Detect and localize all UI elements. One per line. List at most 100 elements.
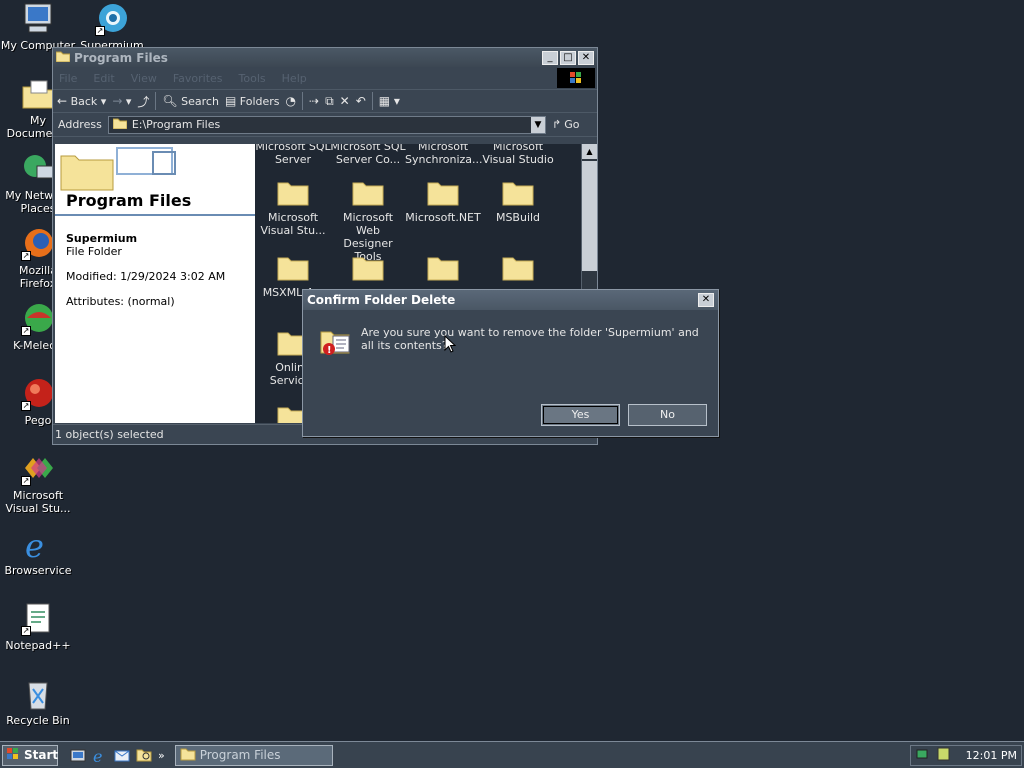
search-icon: 🔍︎: [162, 94, 178, 108]
svg-text:e: e: [25, 527, 44, 561]
scroll-thumb[interactable]: [582, 161, 597, 271]
dialog-titlebar[interactable]: Confirm Folder Delete ✕: [303, 290, 718, 310]
quick-launch-overflow-icon[interactable]: »: [158, 749, 165, 762]
address-dropdown-icon[interactable]: ▼: [531, 116, 545, 133]
toolbar-separator: [302, 92, 304, 110]
menu-favorites[interactable]: Favorites: [173, 72, 223, 85]
menu-edit[interactable]: Edit: [93, 72, 114, 85]
copy-to-icon[interactable]: ⧉: [325, 94, 334, 109]
folder-label: Microsoft Visual Stu...: [260, 211, 326, 237]
go-button[interactable]: ↱ Go: [552, 118, 592, 131]
maximize-button[interactable]: □: [560, 50, 576, 65]
search-folder-icon[interactable]: [136, 747, 152, 763]
search-button[interactable]: 🔍︎ Search: [162, 94, 219, 108]
menu-bar: File Edit View Favorites Tools Help: [53, 67, 597, 89]
desktop-icon-visual-studio[interactable]: ↗ Microsoft Visual Stu...: [0, 452, 76, 515]
undo-icon[interactable]: ↶: [356, 94, 366, 108]
desktop-icon-notepad-plus-plus[interactable]: ↗ Notepad++: [0, 602, 76, 652]
dialog-message: Are you sure you want to remove the fold…: [361, 326, 699, 352]
supermium-icon: ↗: [95, 2, 129, 36]
folder-icon: [427, 255, 459, 281]
selected-type: File Folder: [66, 245, 122, 258]
folder-item[interactable]: [330, 255, 406, 286]
folder-icon: [180, 747, 196, 764]
selected-name: Supermium: [66, 232, 138, 245]
address-value: E:\Program Files: [131, 118, 221, 131]
desktop-icon-label: Browservice: [4, 564, 72, 577]
menu-tools[interactable]: Tools: [239, 72, 266, 85]
folder-label: Microsoft SQL Server Co...: [330, 144, 406, 166]
network-tray-icon[interactable]: [915, 746, 931, 765]
folder-item[interactable]: Microsoft.NET: [405, 180, 481, 224]
views-icon[interactable]: ▦ ▾: [379, 94, 400, 108]
menu-help[interactable]: Help: [282, 72, 307, 85]
close-button[interactable]: ✕: [578, 50, 594, 65]
folder-item[interactable]: Microsoft Visual Stu...: [255, 180, 331, 237]
desktop-icon-browservice[interactable]: e Browservice: [0, 527, 76, 577]
yes-button[interactable]: Yes: [541, 404, 620, 426]
dialog-body: ! Are you sure you want to remove the fo…: [303, 310, 718, 438]
address-label: Address: [58, 118, 102, 131]
folder-item[interactable]: [405, 255, 481, 286]
svg-text:e: e: [93, 747, 102, 763]
desktop-icon-supermium[interactable]: ↗ Supermium: [74, 2, 150, 52]
documents-folder-icon: [21, 77, 55, 111]
window-titlebar[interactable]: Program Files _ □ ✕: [53, 48, 597, 67]
folder-icon: [427, 180, 459, 206]
folder-item[interactable]: Microsoft Web Designer Tools: [330, 180, 406, 263]
minimize-button[interactable]: _: [542, 50, 558, 65]
folders-label: Folders: [239, 95, 280, 108]
updates-tray-icon[interactable]: [935, 746, 951, 765]
back-arrow-icon: ←: [57, 94, 68, 108]
menu-file[interactable]: File: [59, 72, 77, 85]
details-info: Supermium File Folder Modified: 1/29/202…: [55, 216, 255, 324]
search-label: Search: [181, 95, 219, 108]
address-input[interactable]: E:\Program Files ▼: [107, 115, 546, 134]
folder-banner-icon: [60, 147, 176, 191]
visual-studio-icon: ↗: [21, 452, 55, 486]
k-meleon-icon: ↗: [21, 302, 55, 336]
computer-icon: [21, 2, 55, 36]
confirm-folder-delete-dialog[interactable]: Confirm Folder Delete ✕ ! Are you sure y…: [302, 289, 719, 437]
toolbar-separator: [155, 92, 157, 110]
show-desktop-icon[interactable]: [70, 747, 86, 763]
folder-item[interactable]: Microsoft Synchroniza...: [405, 144, 483, 166]
folder-item[interactable]: Microsoft SQL Server Co...: [330, 144, 406, 166]
taskbar-item-program-files[interactable]: Program Files: [174, 744, 333, 766]
folder-item[interactable]: Microsoft Visual Studio: [480, 144, 556, 166]
desktop-icon-my-computer[interactable]: My Computer: [0, 2, 76, 52]
move-to-icon[interactable]: ⇢: [309, 94, 319, 108]
notepad-icon: ↗: [21, 602, 55, 636]
up-folder-icon[interactable]: ⤴: [137, 93, 149, 110]
history-icon[interactable]: ◔: [286, 94, 296, 108]
folder-item[interactable]: Microsoft SQL Server: [255, 144, 331, 166]
folders-button[interactable]: ▤ Folders: [225, 94, 280, 108]
forward-button[interactable]: → ▾: [112, 94, 131, 108]
desktop-icon-recycle-bin[interactable]: Recycle Bin: [0, 677, 76, 727]
folder-item[interactable]: MSBuild: [480, 180, 556, 224]
folder-icon: [277, 180, 309, 206]
start-button[interactable]: Start: [2, 744, 59, 766]
details-pane: Program Files Supermium File Folder Modi…: [55, 144, 255, 423]
dialog-close-button[interactable]: ✕: [698, 293, 714, 307]
folder-item[interactable]: [480, 255, 556, 286]
ie-icon[interactable]: e: [92, 747, 108, 766]
clock[interactable]: 12:01 PM: [966, 749, 1017, 762]
back-button[interactable]: ← Back ▾: [57, 94, 106, 108]
menu-view[interactable]: View: [131, 72, 157, 85]
no-button[interactable]: No: [628, 404, 707, 426]
outlook-express-icon[interactable]: [114, 747, 130, 763]
delete-folder-warning-icon: !: [319, 324, 353, 356]
folder-icon: [352, 255, 384, 281]
svg-text:!: !: [327, 345, 332, 356]
folder-label: Microsoft Synchroniza...: [405, 144, 483, 166]
windows-logo-icon: [557, 68, 595, 88]
status-text: 1 object(s) selected: [55, 428, 164, 441]
delete-icon[interactable]: ✕: [340, 94, 350, 108]
pego-icon: ↗: [21, 377, 55, 411]
start-label: Start: [24, 748, 59, 762]
details-title: Program Files: [66, 191, 192, 210]
ie-icon: e: [21, 527, 55, 565]
scroll-up-icon[interactable]: ▲: [582, 144, 597, 159]
mouse-cursor-icon: [444, 335, 456, 353]
